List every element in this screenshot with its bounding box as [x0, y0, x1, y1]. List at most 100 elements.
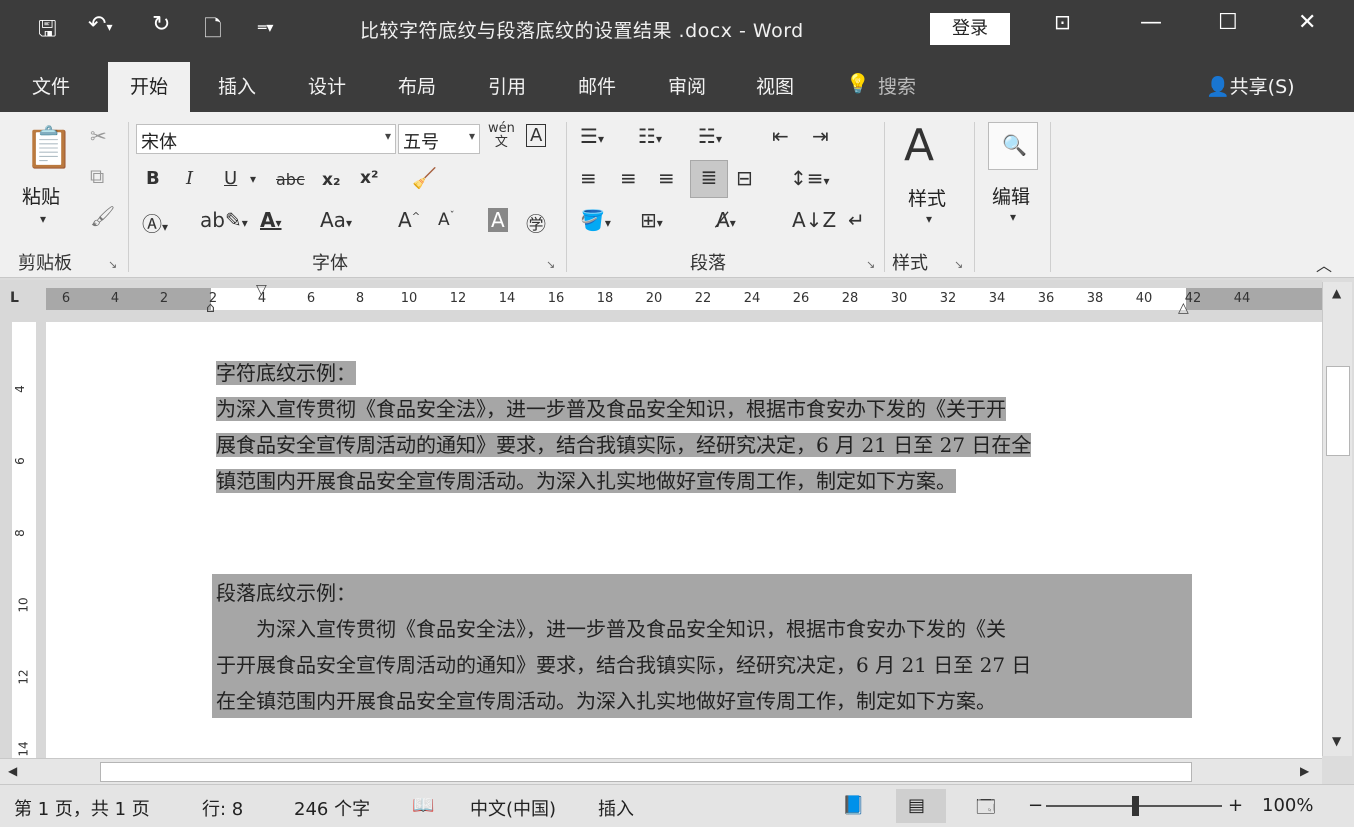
zoom-slider-thumb[interactable]	[1132, 796, 1139, 816]
clipboard-launcher-icon[interactable]: ↘	[108, 258, 117, 271]
font-name-combo[interactable]: 宋体 ▾	[136, 124, 396, 154]
paragraph-shading-icon[interactable]: 🪣▾	[580, 208, 611, 232]
collapse-ribbon-icon[interactable]: ︿	[1316, 252, 1332, 276]
tab-insert[interactable]: 插入	[218, 72, 256, 99]
align-center-icon[interactable]: ≡	[620, 166, 637, 190]
format-painter-icon[interactable]: 🖌	[90, 204, 115, 228]
web-layout-icon[interactable]: 🗔	[976, 795, 996, 825]
align-right-icon[interactable]: ≡	[658, 166, 675, 190]
numbering-icon[interactable]: ☷▾	[638, 124, 662, 148]
right-indent-marker[interactable]: △	[1178, 300, 1189, 316]
font-launcher-icon[interactable]: ↘	[546, 258, 555, 271]
borders-icon[interactable]: ⊞▾	[640, 208, 663, 232]
tab-search[interactable]: 搜索	[878, 72, 916, 99]
first-line-indent-marker[interactable]: ▽	[256, 282, 267, 298]
font-size-combo[interactable]: 五号 ▾	[398, 124, 480, 154]
minimize-icon[interactable]: —	[1140, 10, 1162, 35]
enclose-char-icon[interactable]: ㊫	[526, 208, 546, 237]
document-page[interactable]: 字符底纹示例： 为深入宣传贯彻《食品安全法》，进一步普及食品安全知识，根据市食安…	[46, 322, 1322, 758]
undo-icon[interactable]: ↶▾	[88, 12, 112, 37]
tab-file[interactable]: 文件	[32, 72, 70, 99]
multilevel-list-icon[interactable]: ☵▾	[698, 124, 722, 148]
char-shading-icon[interactable]: A	[488, 208, 508, 232]
find-icon-box[interactable]: 🔍	[988, 122, 1038, 170]
customize-icon[interactable]: ═▾	[258, 20, 273, 36]
chevron-down-icon[interactable]: ▾	[926, 212, 932, 226]
asian-layout-icon[interactable]: A̸▾	[716, 208, 736, 232]
styles-button[interactable]: 样式	[908, 184, 946, 211]
strikethrough-button[interactable]: abc	[276, 170, 305, 189]
tab-home[interactable]: 开始	[108, 62, 191, 112]
vertical-scrollbar[interactable]: ▲ ▼	[1322, 282, 1352, 756]
horizontal-ruler[interactable]: 6 4 2 2 4 6 8 10 12 14 16 18 20 22 24 26 28 30 32 34 36 38 40 4…	[46, 282, 1322, 316]
bullets-icon[interactable]: ☰▾	[580, 124, 604, 148]
scroll-left-icon[interactable]: ◀	[8, 764, 17, 778]
chevron-down-icon[interactable]: ▾	[469, 129, 475, 143]
bold-button[interactable]: B	[146, 168, 160, 189]
ribbon-display-icon[interactable]: ⊡	[1054, 10, 1071, 34]
clear-formatting-icon[interactable]: 🧹	[412, 166, 437, 190]
new-doc-icon[interactable]: 🗋	[204, 12, 222, 50]
italic-button[interactable]: I	[186, 168, 193, 189]
horizontal-scroll-thumb[interactable]	[100, 762, 1192, 782]
superscript-button[interactable]: x²	[360, 168, 378, 188]
close-icon[interactable]: ✕	[1298, 10, 1316, 35]
change-case-button[interactable]: Aa▾	[320, 208, 352, 232]
paste-label[interactable]: 粘贴	[22, 182, 60, 209]
word-count[interactable]: 246 个字	[294, 795, 370, 821]
search-icon[interactable]: 💡	[846, 72, 870, 95]
font-color-icon[interactable]: A▾	[260, 208, 282, 232]
shrink-font-icon[interactable]: Aˇ	[438, 210, 455, 230]
char-border-icon[interactable]: A	[526, 124, 547, 147]
redo-icon[interactable]: ↻	[152, 12, 170, 37]
justify-icon[interactable]: ≣	[690, 160, 728, 198]
insert-mode[interactable]: 插入	[598, 795, 634, 821]
grow-font-icon[interactable]: A^	[398, 208, 420, 232]
phonetic-guide-icon[interactable]: wén 文	[488, 122, 515, 150]
decrease-indent-icon[interactable]: ⇤	[772, 124, 789, 148]
share-button[interactable]: 👤共享(S)	[1206, 72, 1295, 99]
read-mode-icon[interactable]: 📘	[842, 795, 864, 816]
zoom-level[interactable]: 100%	[1262, 795, 1313, 816]
tab-references[interactable]: 引用	[488, 72, 526, 99]
highlight-icon[interactable]: ab✎▾	[200, 208, 248, 232]
maximize-icon[interactable]: ☐	[1218, 10, 1238, 35]
tab-review[interactable]: 审阅	[668, 72, 706, 99]
vertical-scroll-thumb[interactable]	[1326, 366, 1350, 456]
underline-button[interactable]: U	[224, 168, 237, 189]
subscript-button[interactable]: x₂	[322, 170, 340, 190]
scroll-up-icon[interactable]: ▲	[1332, 286, 1341, 300]
save-icon[interactable]: 🖫	[38, 12, 57, 50]
zoom-in-icon[interactable]: +	[1228, 795, 1243, 816]
editing-button[interactable]: 编辑	[992, 182, 1030, 209]
chevron-down-icon[interactable]: ▾	[250, 172, 256, 186]
paste-icon[interactable]: 📋	[24, 124, 74, 171]
page-count[interactable]: 第 1 页，共 1 页	[14, 795, 150, 821]
paste-dropdown-icon[interactable]: ▾	[40, 212, 46, 226]
chevron-down-icon[interactable]: ▾	[385, 129, 391, 143]
cut-icon[interactable]: ✂	[90, 124, 107, 148]
tab-mailings[interactable]: 邮件	[578, 72, 616, 99]
text-effects-icon[interactable]: Ⓐ▾	[142, 208, 168, 237]
left-indent-marker[interactable]: ⌂	[206, 300, 215, 316]
align-left-icon[interactable]: ≡	[580, 166, 597, 190]
tab-layout[interactable]: 布局	[398, 72, 436, 99]
scroll-right-icon[interactable]: ▶	[1300, 764, 1309, 778]
scroll-down-icon[interactable]: ▼	[1332, 734, 1341, 748]
tab-design[interactable]: 设计	[308, 72, 346, 99]
paragraph-launcher-icon[interactable]: ↘	[866, 258, 875, 271]
styles-icon[interactable]: A	[904, 120, 934, 171]
styles-launcher-icon[interactable]: ↘	[954, 258, 963, 271]
login-button[interactable]: 登录	[930, 13, 1010, 45]
tab-selector-icon[interactable]: L	[10, 290, 19, 306]
sort-icon[interactable]: A↓Z	[792, 208, 836, 232]
language[interactable]: 中文(中国)	[470, 795, 556, 821]
print-layout-icon[interactable]: ▤	[908, 795, 925, 816]
tab-view[interactable]: 视图	[756, 72, 794, 99]
chevron-down-icon[interactable]: ▾	[1010, 210, 1016, 224]
distributed-icon[interactable]: ⊟	[736, 166, 753, 190]
copy-icon[interactable]: ⧉	[90, 164, 104, 188]
show-marks-icon[interactable]: ↵	[848, 208, 865, 232]
increase-indent-icon[interactable]: ⇥	[812, 124, 829, 148]
zoom-out-icon[interactable]: −	[1028, 795, 1043, 816]
